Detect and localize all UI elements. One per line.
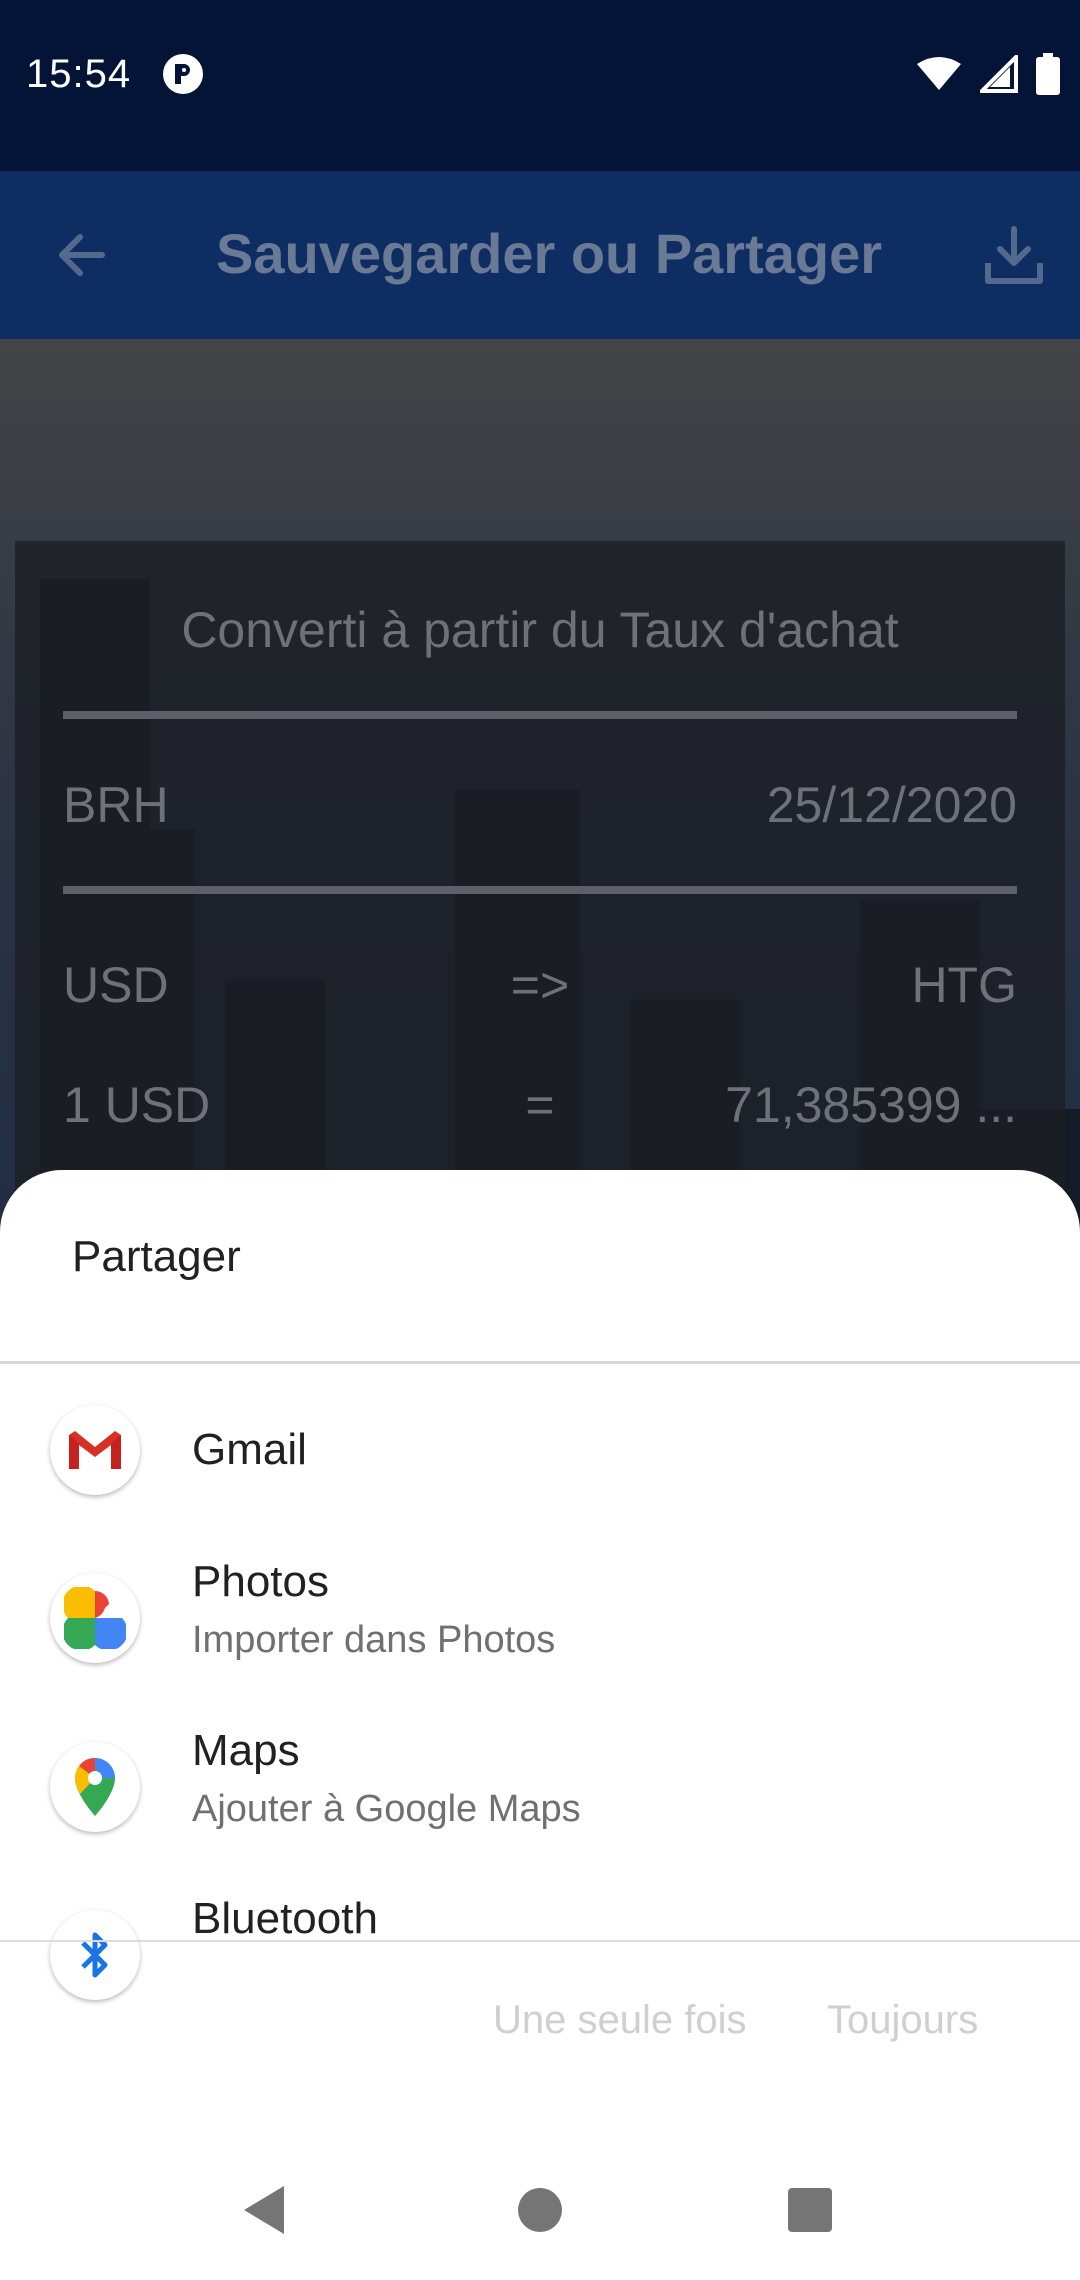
page-title: Sauvegarder ou Partager [216, 222, 883, 285]
sheet-actions: Une seule fois Toujours [0, 1940, 1080, 2090]
battery-icon [1036, 53, 1060, 95]
signal-icon [980, 55, 1018, 93]
download-icon[interactable] [978, 219, 1050, 291]
divider [63, 886, 1017, 894]
app-name: Gmail [192, 1425, 307, 1474]
app-name: Maps [192, 1726, 300, 1775]
divider [0, 1361, 1080, 1364]
share-target-photos[interactable]: Photos Importer dans Photos [0, 1533, 1080, 1701]
just-once-button[interactable]: Une seule fois [493, 1998, 746, 2043]
to-currency: HTG [911, 957, 1017, 1013]
google-maps-icon [50, 1742, 140, 1832]
divider [63, 711, 1017, 719]
app-subtitle: Importer dans Photos [192, 1619, 556, 1661]
always-button[interactable]: Toujours [827, 1998, 978, 2043]
app-bar: Sauvegarder ou Partager [0, 171, 1080, 339]
arrow-back-icon[interactable] [50, 223, 114, 287]
card-subtitle: Converti à partir du Taux d'achat [181, 602, 899, 658]
conversion-card: Converti à partir du Taux d'achat BRH 25… [15, 541, 1065, 1201]
app-name: Bluetooth [192, 1894, 378, 1943]
share-target-maps[interactable]: Maps Ajouter à Google Maps [0, 1702, 1080, 1870]
recents-square-icon[interactable] [780, 2180, 840, 2240]
status-time: 15:54 [26, 52, 132, 96]
gmail-icon [50, 1405, 140, 1495]
sheet-title: Partager [72, 1232, 241, 1281]
screen: 15:54 Sauvegarder ou Partager Converti à… [0, 0, 1080, 2280]
arrow-text: => [510, 957, 570, 1013]
back-triangle-icon[interactable] [236, 2180, 296, 2240]
status-bar: 15:54 [0, 0, 1080, 171]
app-notification-icon [163, 54, 203, 94]
google-photos-icon [50, 1573, 140, 1663]
home-circle-icon[interactable] [510, 2180, 570, 2240]
converted-value: 71,385399 ... [725, 1077, 1017, 1133]
share-target-gmail[interactable]: Gmail [0, 1365, 1080, 1533]
wifi-icon [917, 57, 961, 90]
system-nav-bar [0, 2140, 1080, 2280]
app-name: Photos [192, 1557, 329, 1606]
source-label: BRH [63, 777, 169, 833]
share-sheet: Partager Gmail Photos Importer dans Phot… [0, 1170, 1080, 2280]
date-label: 25/12/2020 [766, 777, 1017, 833]
app-subtitle: Ajouter à Google Maps [192, 1788, 581, 1830]
